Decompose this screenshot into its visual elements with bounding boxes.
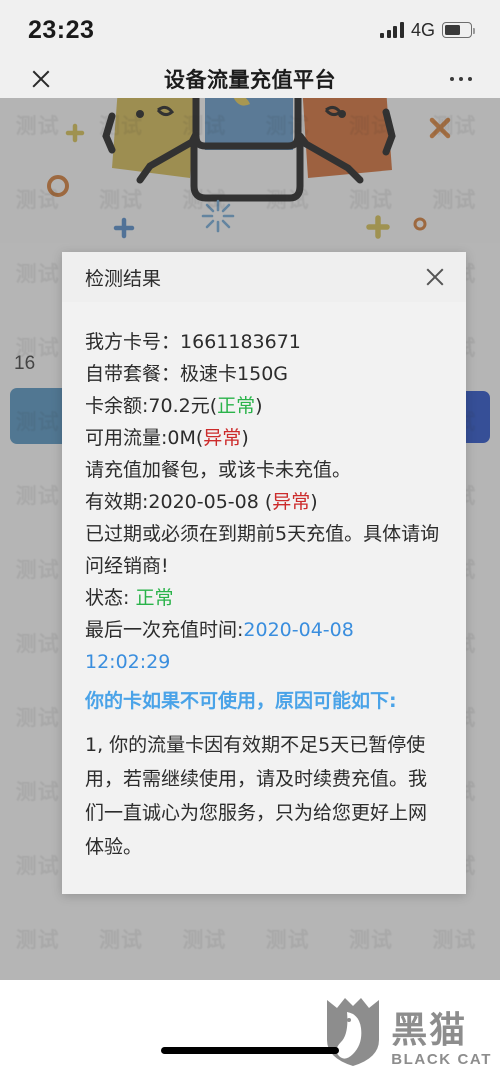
data-usage-row: 可用流量:0M(异常) <box>85 422 444 454</box>
balance-label: 卡余额:70.2元( <box>85 395 218 417</box>
balance-paren: ) <box>255 395 263 417</box>
card-number-row: 我方卡号：1661183671 <box>85 326 444 358</box>
state-value-badge: 正常 <box>135 587 174 609</box>
data-usage-paren: ) <box>241 427 249 449</box>
package-value: 极速卡150G <box>180 363 289 385</box>
card-number-label: 我方卡号： <box>85 331 181 353</box>
dialog-title: 检测结果 <box>85 267 162 290</box>
status-bar: 23:23 4G <box>0 0 500 60</box>
home-indicator[interactable] <box>161 1047 339 1054</box>
nav-bar: 设备流量充值平台 <box>0 60 500 98</box>
brand-name-cn: 黑猫 <box>391 1009 468 1051</box>
card-number-value: 1661183671 <box>180 331 301 353</box>
last-recharge-label: 最后一次充值时间: <box>85 619 244 641</box>
dialog-body: 我方卡号：1661183671 自带套餐：极速卡150G 卡余额:70.2元(正… <box>62 302 466 894</box>
brand-logo: 黑猫 BLACK CAT <box>323 996 492 1068</box>
expiry-status-badge: 异常 <box>272 491 311 513</box>
battery-icon <box>442 22 476 38</box>
troubleshoot-paragraph: 1, 你的流量卡因有效期不足5天已暂停使用，若需继续使用，请及时续费充值。我们一… <box>85 734 428 858</box>
data-usage-status-badge: 异常 <box>203 427 242 449</box>
data-usage-label: 可用流量:0M( <box>85 427 204 449</box>
troubleshoot-heading: 你的卡如果不可使用，原因可能如下: <box>85 690 397 712</box>
brand-name-en: BLACK CAT <box>391 1051 492 1068</box>
state-label: 状态: <box>85 587 136 609</box>
state-row: 状态: 正常 <box>85 582 444 614</box>
detection-result-dialog: 检测结果 我方卡号：1661183671 自带套餐：极速卡150G 卡余额:70… <box>62 252 466 894</box>
page-title: 设备流量充值平台 <box>164 68 336 92</box>
balance-status-badge: 正常 <box>217 395 256 417</box>
dialog-header: 检测结果 <box>62 252 466 302</box>
balance-row: 卡余额:70.2元(正常) <box>85 390 444 422</box>
expiry-note: 已过期或必须在到期前5天充值。具体请询问经销商! <box>85 523 440 577</box>
status-bar-clock: 23:23 <box>28 15 95 44</box>
status-bar-indicators: 4G <box>380 19 476 41</box>
expiry-row: 有效期:2020-05-08 (异常) <box>85 486 444 518</box>
data-usage-note: 请充值加餐包，或该卡未充值。 <box>85 459 352 481</box>
more-options-icon[interactable] <box>449 76 472 82</box>
network-type-label: 4G <box>410 19 435 40</box>
cat-shield-logo-icon <box>323 996 383 1068</box>
signal-bars-icon <box>380 22 404 38</box>
screen-root: 16 测试测试测试测试测试测试 测试测试测试测试测试测试 测试测试测试测试测试测… <box>0 0 500 1082</box>
expiry-paren: ) <box>310 491 318 513</box>
brand-text: 黑猫 BLACK CAT <box>391 1009 492 1068</box>
expiry-label: 有效期:2020-05-08 ( <box>85 491 273 513</box>
dialog-close-icon[interactable] <box>424 266 446 288</box>
last-recharge-row: 最后一次充值时间:2020-04-08 12:02:29 <box>85 614 444 678</box>
package-row: 自带套餐：极速卡150G <box>85 358 444 390</box>
package-label: 自带套餐： <box>85 363 181 385</box>
